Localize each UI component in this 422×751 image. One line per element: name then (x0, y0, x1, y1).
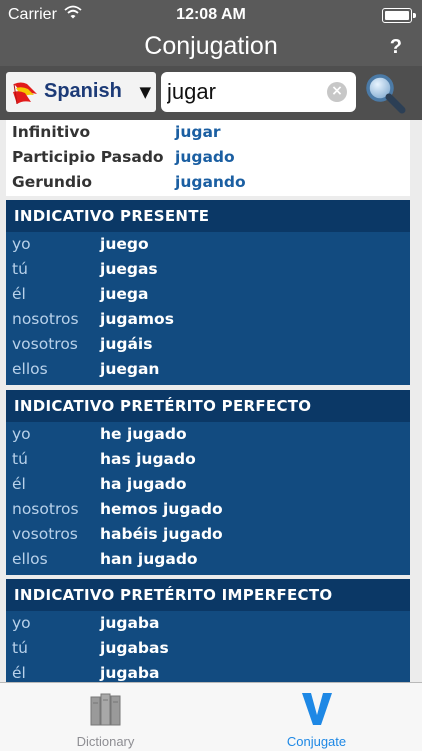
conjugation-row: yo jugaba (6, 611, 410, 636)
verb-form: juegan (100, 360, 160, 378)
tense-section-preterito-perfecto: INDICATIVO PRETÉRITO PERFECTO yo he jugad… (6, 390, 410, 575)
pronoun: ellos (12, 550, 48, 568)
help-button[interactable]: ? (390, 36, 402, 59)
navigation-bar: Conjugation ? (0, 30, 422, 66)
form-label: Gerundio (12, 173, 93, 191)
battery-icon (382, 8, 416, 23)
verb-form: juego (100, 235, 149, 253)
pronoun: vosotros (12, 335, 78, 353)
tab-conjugate[interactable]: Conjugate (211, 683, 422, 751)
form-value: jugando (175, 173, 246, 191)
pronoun: yo (12, 235, 31, 253)
clear-icon[interactable]: × (327, 82, 347, 102)
pronoun: yo (12, 614, 31, 632)
tab-label: Conjugate (286, 734, 347, 749)
form-value: jugar (175, 123, 221, 141)
form-value: jugado (175, 148, 235, 166)
search-input[interactable] (167, 77, 317, 107)
verb-form: habéis jugado (100, 525, 223, 543)
tense-title: INDICATIVO PRESENTE (6, 200, 410, 232)
conjugation-row: yo juego (6, 232, 410, 257)
status-bar: Carrier 12:08 AM (0, 0, 422, 30)
conjugation-row: tú has jugado (6, 447, 410, 472)
pronoun: vosotros (12, 525, 78, 543)
form-row-infinitivo: Infinitivo jugar (6, 120, 410, 145)
form-row-participio: Participio Pasado jugado (6, 145, 410, 170)
tense-title: INDICATIVO PRETÉRITO PERFECTO (6, 390, 410, 422)
search-field[interactable]: × (161, 72, 356, 112)
pronoun: tú (12, 639, 28, 657)
conjugation-row: nosotros hemos jugado (6, 497, 410, 522)
verb-form: jugáis (100, 335, 153, 353)
verb-form: han jugado (100, 550, 198, 568)
pronoun: nosotros (12, 310, 79, 328)
conjugation-row: tú jugabas (6, 636, 410, 661)
tense-section-preterito-imperfecto: INDICATIVO PRETÉRITO IMPERFECTO yo jugaba… (6, 579, 410, 682)
form-label: Participio Pasado (12, 148, 164, 166)
dropdown-arrow-icon: ▼ (139, 83, 151, 101)
books-icon (89, 691, 123, 731)
search-bar: Spanish ▼ × (0, 66, 422, 120)
form-label: Infinitivo (12, 123, 91, 141)
verb-form: jugaba (100, 614, 160, 632)
language-label: Spanish (44, 80, 122, 102)
verb-form: ha jugado (100, 475, 187, 493)
verb-form: juega (100, 285, 149, 303)
tab-dictionary[interactable]: Dictionary (0, 683, 211, 751)
verb-form: juegas (100, 260, 158, 278)
language-selector[interactable]: Spanish ▼ (6, 72, 156, 112)
conjugation-row: tú juegas (6, 257, 410, 282)
page-title: Conjugation (144, 32, 278, 60)
pronoun: ellos (12, 360, 48, 378)
pronoun: él (12, 475, 26, 493)
tense-title: INDICATIVO PRETÉRITO IMPERFECTO (6, 579, 410, 611)
v-icon (300, 691, 334, 731)
pronoun: tú (12, 260, 28, 278)
form-row-gerundio: Gerundio jugando (6, 170, 410, 195)
conjugation-row: nosotros jugamos (6, 307, 410, 332)
conjugation-row: ellos han jugado (6, 547, 410, 572)
pronoun: él (12, 664, 26, 682)
pronoun: él (12, 285, 26, 303)
pronoun: nosotros (12, 500, 79, 518)
conjugation-row: él juega (6, 282, 410, 307)
magnifier-icon (366, 74, 406, 114)
verb-form: jugaba (100, 664, 160, 682)
conjugation-content[interactable]: Infinitivo jugar Participio Pasado jugad… (0, 120, 422, 682)
conjugation-row: él ha jugado (6, 472, 410, 497)
tab-bar: Dictionary Conjugate (0, 682, 422, 751)
verb-form: hemos jugado (100, 500, 223, 518)
spain-flag-icon (11, 82, 39, 108)
conjugation-row: él jugaba (6, 661, 410, 682)
conjugation-row: vosotros habéis jugado (6, 522, 410, 547)
pronoun: yo (12, 425, 31, 443)
tab-label: Dictionary (76, 734, 135, 749)
verb-form: jugabas (100, 639, 169, 657)
conjugation-row: yo he jugado (6, 422, 410, 447)
verb-forms-card: Infinitivo jugar Participio Pasado jugad… (6, 120, 410, 196)
clock: 12:08 AM (176, 6, 246, 23)
tense-section-presente: INDICATIVO PRESENTE yo juego tú juegas él j… (6, 200, 410, 385)
search-button[interactable] (362, 70, 408, 116)
verb-form: has jugado (100, 450, 196, 468)
verb-form: jugamos (100, 310, 174, 328)
pronoun: tú (12, 450, 28, 468)
conjugation-row: ellos juegan (6, 357, 410, 382)
conjugation-row: vosotros jugáis (6, 332, 410, 357)
verb-form: he jugado (100, 425, 187, 443)
